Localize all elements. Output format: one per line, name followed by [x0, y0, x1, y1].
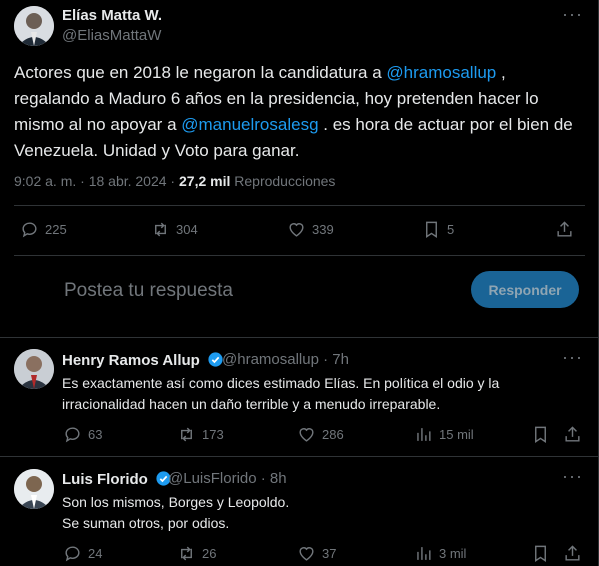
views-icon	[417, 547, 431, 560]
bookmark-icon	[535, 545, 546, 562]
bookmark-button[interactable]: 5	[422, 220, 454, 239]
divider	[0, 456, 599, 457]
share-icon	[565, 426, 580, 442]
reply-handle-time[interactable]: @hramosallup · 7h	[222, 351, 349, 368]
like-icon	[289, 223, 304, 237]
reply-author-name[interactable]: Henry Ramos Allup	[62, 351, 224, 369]
reply-count: 225	[45, 222, 67, 237]
share-button[interactable]	[563, 544, 582, 563]
reply-icon	[22, 222, 37, 238]
mention-link[interactable]: @hramosallup	[386, 63, 496, 82]
repost-count: 304	[176, 222, 198, 237]
reply-button[interactable]: 63	[63, 425, 102, 444]
responder-button[interactable]: Responder	[471, 271, 579, 308]
more-options-icon[interactable]: ···	[562, 347, 583, 368]
repost-button[interactable]: 173	[177, 425, 224, 444]
like-icon	[299, 547, 314, 561]
reply-text-line: Es exactamente así como dices estimado E…	[62, 375, 500, 391]
bookmark-icon	[426, 221, 437, 238]
bookmark-count: 5	[447, 222, 455, 237]
repost-icon	[155, 222, 166, 237]
divider	[0, 337, 599, 338]
like-count: 339	[312, 222, 334, 237]
bookmark-icon	[535, 426, 546, 443]
repost-icon	[181, 427, 192, 442]
author-name[interactable]: Elías Matta W.	[62, 7, 162, 24]
like-button[interactable]: 37	[297, 544, 336, 563]
reply-text-line: Son los mismos, Borges y Leopoldo.	[62, 494, 290, 510]
like-count: 286	[322, 427, 344, 442]
reply-avatar[interactable]	[14, 469, 54, 509]
repost-button[interactable]: 26	[177, 544, 216, 563]
more-options-icon[interactable]: ···	[562, 466, 583, 487]
like-icon	[299, 428, 314, 442]
more-options-icon[interactable]: ···	[562, 4, 583, 25]
repost-icon	[181, 546, 192, 561]
like-button[interactable]: 339	[287, 220, 334, 239]
mention-link[interactable]: @manuelrosalesg	[181, 115, 318, 134]
views-count: 27,2 mil	[179, 173, 231, 189]
reply-text: Son los mismos, Borges y Leopoldo. Se su…	[62, 492, 289, 534]
reply-author-name-text: Henry Ramos Allup	[62, 352, 200, 369]
reply-icon	[65, 427, 80, 443]
reply-icon	[65, 546, 80, 562]
author-avatar[interactable]	[14, 6, 54, 46]
tweet-text-part: Actores que en 2018 le negaron la candid…	[14, 63, 387, 82]
reply-handle-time[interactable]: @LuisFlorido · 8h	[168, 470, 287, 487]
tweet-text: Actores que en 2018 le negaron la candid…	[14, 60, 584, 164]
reply-button[interactable]: 24	[63, 544, 102, 563]
like-count: 37	[322, 546, 337, 561]
tweet-metadata: 9:02 a. m. · 18 abr. 2024 · 27,2 mil Rep…	[14, 173, 335, 189]
share-button[interactable]	[555, 220, 574, 239]
repost-button[interactable]: 304	[151, 220, 198, 239]
repost-count: 173	[202, 427, 224, 442]
reply-text: Es exactamente así como dices estimado E…	[62, 373, 499, 415]
divider	[14, 255, 585, 256]
reply-count: 24	[88, 546, 103, 561]
reply-author-name-text: Luis Florido	[62, 471, 148, 488]
views-button[interactable]: 3 mil	[414, 544, 466, 563]
author-handle[interactable]: @EliasMattaW	[62, 27, 161, 44]
views-count: 15 mil	[439, 427, 474, 442]
repost-count: 26	[202, 546, 217, 561]
reply-text-line: irracionalidad hacen un daño terrible y …	[62, 396, 441, 412]
views-icon	[417, 428, 431, 441]
divider	[14, 205, 585, 206]
views-count: 3 mil	[439, 546, 467, 561]
reply-count: 63	[88, 427, 103, 442]
tweet-timestamp[interactable]: 9:02 a. m. · 18 abr. 2024 ·	[14, 173, 179, 189]
reply-button[interactable]: 225	[20, 220, 67, 239]
reply-input[interactable]: Postea tu respuesta	[64, 280, 233, 302]
reply-author-name[interactable]: Luis Florido	[62, 470, 172, 488]
views-button[interactable]: 15 mil	[414, 425, 474, 444]
bookmark-button[interactable]	[531, 544, 550, 563]
reply-text-line: Se suman otros, por odios.	[62, 515, 230, 531]
reply-avatar[interactable]	[14, 349, 54, 389]
share-button[interactable]	[563, 425, 582, 444]
like-button[interactable]: 286	[297, 425, 344, 444]
share-icon	[565, 545, 580, 561]
share-icon	[557, 221, 572, 237]
bookmark-button[interactable]	[531, 425, 550, 444]
views-label: Reproducciones	[230, 173, 336, 189]
